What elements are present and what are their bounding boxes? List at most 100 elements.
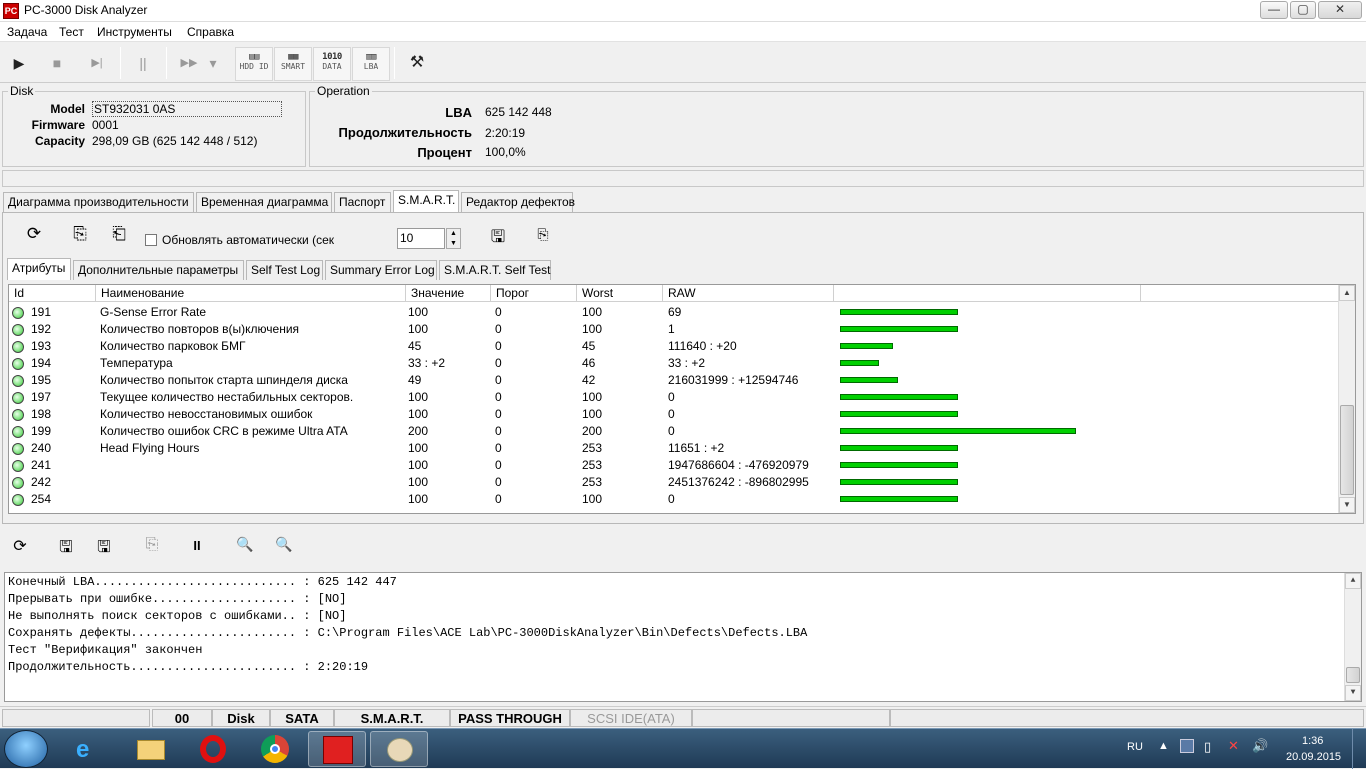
explorer-taskbar-icon[interactable] [122,731,180,767]
tab-smart[interactable]: S.M.A.R.T. [393,190,459,212]
menu-tools[interactable]: Инструменты [97,25,172,39]
menu-help[interactable]: Справка [187,25,234,39]
data-button[interactable]: 1010 DATA [313,47,351,81]
copy-icon[interactable]: ⎘ [531,226,555,248]
minimize-button[interactable]: — [1260,1,1288,19]
tab-extra-params[interactable]: Дополнительные параметры [73,260,244,280]
column-header-threshold[interactable]: Порог [491,285,577,302]
cell-threshold: 0 [495,424,502,438]
save-icon[interactable]: 🖫 [484,224,512,248]
cell-id: 198 [31,407,52,421]
cell-value: 100 [408,475,429,489]
cell-raw: 1947686604 : -476920979 [668,458,809,472]
close-button[interactable]: ✕ [1318,1,1362,19]
attribute-value-bar [840,360,879,366]
column-header-value[interactable]: Значение [406,285,491,302]
log-save-as-icon[interactable]: 🖫 [92,536,116,560]
cell-threshold: 0 [495,305,502,319]
opera-taskbar-icon[interactable] [184,731,242,767]
attribute-value-bar [840,428,1076,434]
cell-threshold: 0 [495,339,502,353]
column-header-id[interactable]: Id [9,285,96,302]
log-save-icon[interactable]: 🖫 [54,536,78,560]
smart-button[interactable]: ▦▦ SMART [274,47,312,81]
menu-task[interactable]: Задача [7,25,47,39]
chrome-taskbar-icon[interactable] [246,731,304,767]
compare-icon[interactable]: ⎗ [105,224,133,248]
play-icon[interactable]: ▶ [2,47,36,79]
language-indicator[interactable]: RU [1127,741,1143,753]
clock-date[interactable]: 20.09.2015 [1286,751,1341,763]
refresh-icon[interactable]: ⟳ [20,224,48,248]
operation-group: Operation LBA 625 142 448 Продолжительно… [309,84,1364,167]
pause-icon[interactable]: || [126,47,160,79]
log-console[interactable]: Конечный LBA............................… [4,572,1362,702]
tray-device-icon[interactable]: ▯ [1204,739,1211,755]
auto-refresh-checkbox[interactable] [145,234,157,246]
tools-icon[interactable]: ⚒ [400,47,434,79]
lba-button[interactable]: ▥▥ LBA [352,47,390,81]
scroll-up-icon[interactable]: ▲ [1339,285,1355,301]
tab-attributes[interactable]: Атрибуты [7,258,71,280]
tab-passport[interactable]: Паспорт [334,192,391,212]
tab-self-test-log[interactable]: Self Test Log [246,260,323,280]
find-icon[interactable]: 🔍 [233,536,257,560]
attribute-value-bar [840,445,958,451]
log-scrollbar[interactable]: ▲ ▼ [1344,573,1361,701]
log-scroll-down-icon[interactable]: ▼ [1345,685,1361,701]
cell-raw: 33 : +2 [668,356,706,370]
cell-raw: 216031999 : +12594746 [668,373,799,387]
windows-taskbar: e RU ▲ ▯ ✕ 🔊 1:36 20.09.2015 [0,728,1366,769]
cell-value: 100 [408,322,429,336]
forward-dropdown-icon[interactable]: ▾ [204,47,222,79]
log-clear-icon[interactable]: ⟳ [8,536,32,560]
column-header-raw[interactable]: RAW [663,285,834,302]
cell-raw: 1 [668,322,675,336]
maximize-button[interactable]: ▢ [1290,1,1316,19]
log-scroll-up-icon[interactable]: ▲ [1345,573,1361,589]
network-icon[interactable]: ✕ [1228,738,1239,754]
tray-arrow-icon[interactable]: ▲ [1158,740,1169,752]
scroll-down-icon[interactable]: ▼ [1339,497,1355,513]
status-ok-icon [12,341,24,353]
column-header-worst[interactable]: Worst [577,285,663,302]
tab-defects[interactable]: Редактор дефектов [461,192,575,212]
start-button[interactable] [4,730,48,768]
attribute-tabs: Атрибуты Дополнительные параметры Self T… [7,258,1357,280]
interval-input[interactable]: 10 [397,228,445,249]
firmware-value: 0001 [92,118,119,132]
status-ok-icon [12,494,24,506]
ie-taskbar-icon[interactable]: e [60,731,118,767]
column-header-filler [1141,285,1339,302]
table-scrollbar[interactable]: ▲ ▼ [1338,285,1355,513]
status-pass-through: PASS THROUGH [450,709,570,727]
status-ok-icon [12,324,24,336]
log-copy-icon[interactable]: ⎘ [140,536,164,560]
find-next-icon[interactable]: 🔍 [272,536,296,560]
clock-time[interactable]: 1:36 [1302,735,1323,747]
tab-smart-self-test[interactable]: S.M.A.R.T. Self Test [439,260,551,280]
log-pause-icon[interactable]: II [185,538,209,562]
step-icon[interactable]: ▶| [80,47,114,79]
tab-summary-error-log[interactable]: Summary Error Log [325,260,437,280]
pc3000-taskbar-icon[interactable] [308,731,366,767]
cell-value: 100 [408,407,429,421]
interval-spinner[interactable]: ▲ ▼ [446,228,461,249]
menu-test[interactable]: Тест [59,25,84,39]
stop-icon[interactable]: ■ [40,47,74,79]
status-scsi: SCSI IDE(ATA) [570,709,692,727]
paint-taskbar-icon[interactable] [370,731,428,767]
load-icon[interactable]: ⎘ [66,224,94,248]
tab-performance[interactable]: Диаграмма производительности [3,192,194,212]
tray-app-icon[interactable] [1180,739,1194,753]
hdd-id-button[interactable]: ▤▤ HDD ID [235,47,273,81]
cell-threshold: 0 [495,441,502,455]
column-header-name[interactable]: Наименование [96,285,406,302]
forward-icon[interactable]: ▶▶ [172,47,206,79]
cell-name: Текущее количество нестабильных секторов… [100,390,354,404]
tab-timeline[interactable]: Временная диаграмма [196,192,332,212]
scroll-thumb[interactable] [1340,405,1354,495]
log-scroll-thumb[interactable] [1346,667,1360,683]
volume-icon[interactable]: 🔊 [1252,738,1268,754]
show-desktop-button[interactable] [1352,729,1366,769]
